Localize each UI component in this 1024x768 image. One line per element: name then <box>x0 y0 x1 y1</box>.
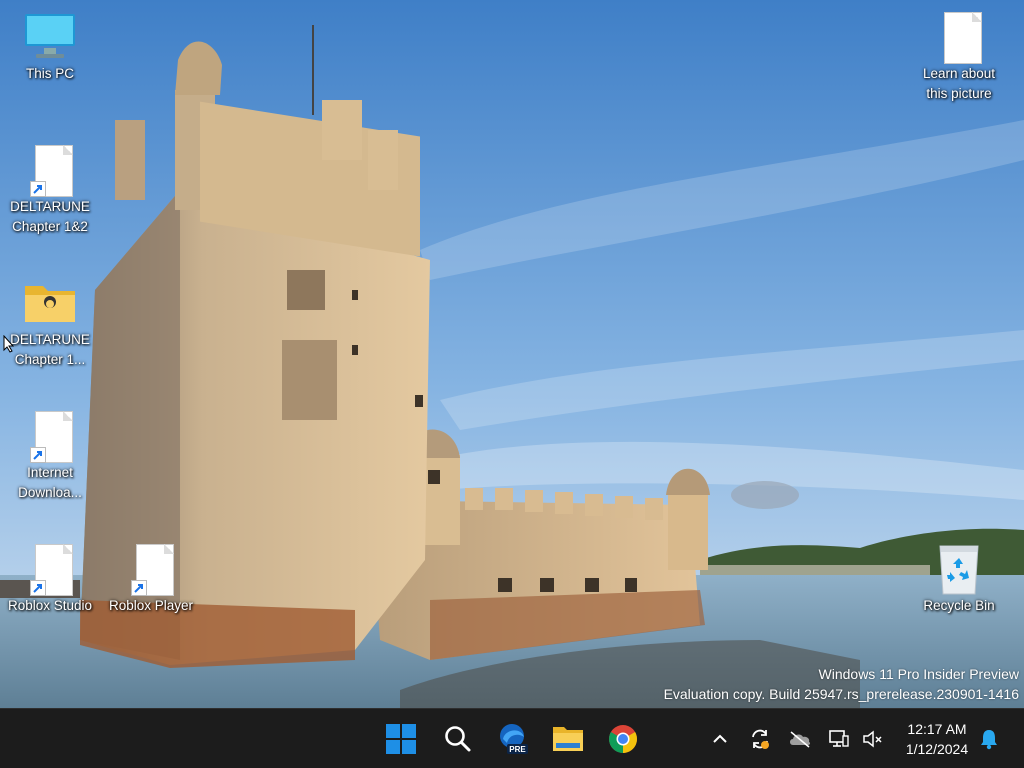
shortcut-arrow-icon <box>30 580 46 596</box>
document-icon <box>26 544 74 596</box>
watermark-build: Evaluation copy. Build 25947.rs_prerelea… <box>663 686 1019 702</box>
network-button[interactable] <box>823 723 855 755</box>
search-button[interactable] <box>436 717 480 761</box>
chevron-up-icon <box>713 734 727 743</box>
svg-text:PRE: PRE <box>509 745 526 754</box>
clock-date: 1/12/2024 <box>905 741 969 757</box>
search-icon <box>445 726 471 752</box>
desktop-icon-this-pc[interactable]: This PC <box>0 12 100 84</box>
shortcut-arrow-icon <box>131 580 147 596</box>
edge-preview-button[interactable]: PRE <box>491 717 535 761</box>
volume-muted-icon <box>863 730 882 748</box>
computer-icon <box>25 12 75 64</box>
desktop-icon-label: Learn about this picture <box>922 66 996 101</box>
desktop-icon-label: DELTARUNE Chapter 1... <box>10 332 90 367</box>
desktop-icon-deltarune-chapter-1-folder[interactable]: DELTARUNE Chapter 1... <box>0 278 100 370</box>
document-icon <box>935 12 983 64</box>
recycle-bin-icon <box>935 544 983 596</box>
desktop-icon-recycle-bin[interactable]: Recycle Bin <box>909 544 1009 616</box>
shortcut-arrow-icon <box>30 447 46 463</box>
clock-time: 12:17 AM <box>907 721 967 737</box>
watermark-edition: Windows 11 Pro Insider Preview <box>818 666 1019 682</box>
windows-logo-icon <box>386 724 416 754</box>
document-icon <box>127 544 175 596</box>
chrome-icon <box>609 725 637 753</box>
desktop-icon-internet-download[interactable]: Internet Downloa... <box>0 411 100 503</box>
taskbar-clock[interactable]: 12:17 AM 1/12/2024 <box>894 719 980 759</box>
edge-pre-icon: PRE <box>500 724 528 754</box>
volume-button[interactable] <box>856 723 888 755</box>
desktop-icon-learn-about-this-picture[interactable]: Learn about this picture <box>909 12 1009 104</box>
desktop-icon-label: Internet Downloa... <box>18 465 82 500</box>
file-explorer-button[interactable] <box>546 717 590 761</box>
network-icon <box>829 730 849 747</box>
onedrive-button[interactable] <box>784 723 816 755</box>
sync-icon <box>752 729 769 749</box>
folder-icon <box>25 278 75 330</box>
desktop-icon-label: This PC <box>25 66 74 81</box>
desktop-icon-roblox-player[interactable]: Roblox Player <box>101 544 201 616</box>
desktop-icon-deltarune-chapter-1-2[interactable]: DELTARUNE Chapter 1&2 <box>0 145 100 237</box>
desktop-icon-label: Recycle Bin <box>923 598 995 613</box>
desktop-icon-label: Roblox Player <box>108 598 194 613</box>
onedrive-icon <box>790 731 811 748</box>
chrome-button[interactable] <box>601 717 645 761</box>
start-button[interactable] <box>379 717 423 761</box>
desktop-icon-roblox-studio[interactable]: Roblox Studio <box>0 544 100 616</box>
document-icon <box>26 411 74 463</box>
folder-icon <box>553 727 583 751</box>
desktop-icon-label: DELTARUNE Chapter 1&2 <box>10 199 90 234</box>
bell-icon <box>981 730 997 750</box>
build-watermark: Windows 11 Pro Insider Preview Evaluatio… <box>664 664 1019 704</box>
sync-status-button[interactable] <box>744 723 776 755</box>
taskbar: PRE 12:17 AM 1/12/2024 <box>0 708 1024 768</box>
shortcut-arrow-icon <box>30 181 46 197</box>
document-icon <box>26 145 74 197</box>
show-hidden-icons-button[interactable] <box>704 723 736 755</box>
mouse-pointer-icon <box>3 334 15 358</box>
notifications-button[interactable] <box>973 723 1005 755</box>
desktop-icon-label: Roblox Studio <box>7 598 93 613</box>
